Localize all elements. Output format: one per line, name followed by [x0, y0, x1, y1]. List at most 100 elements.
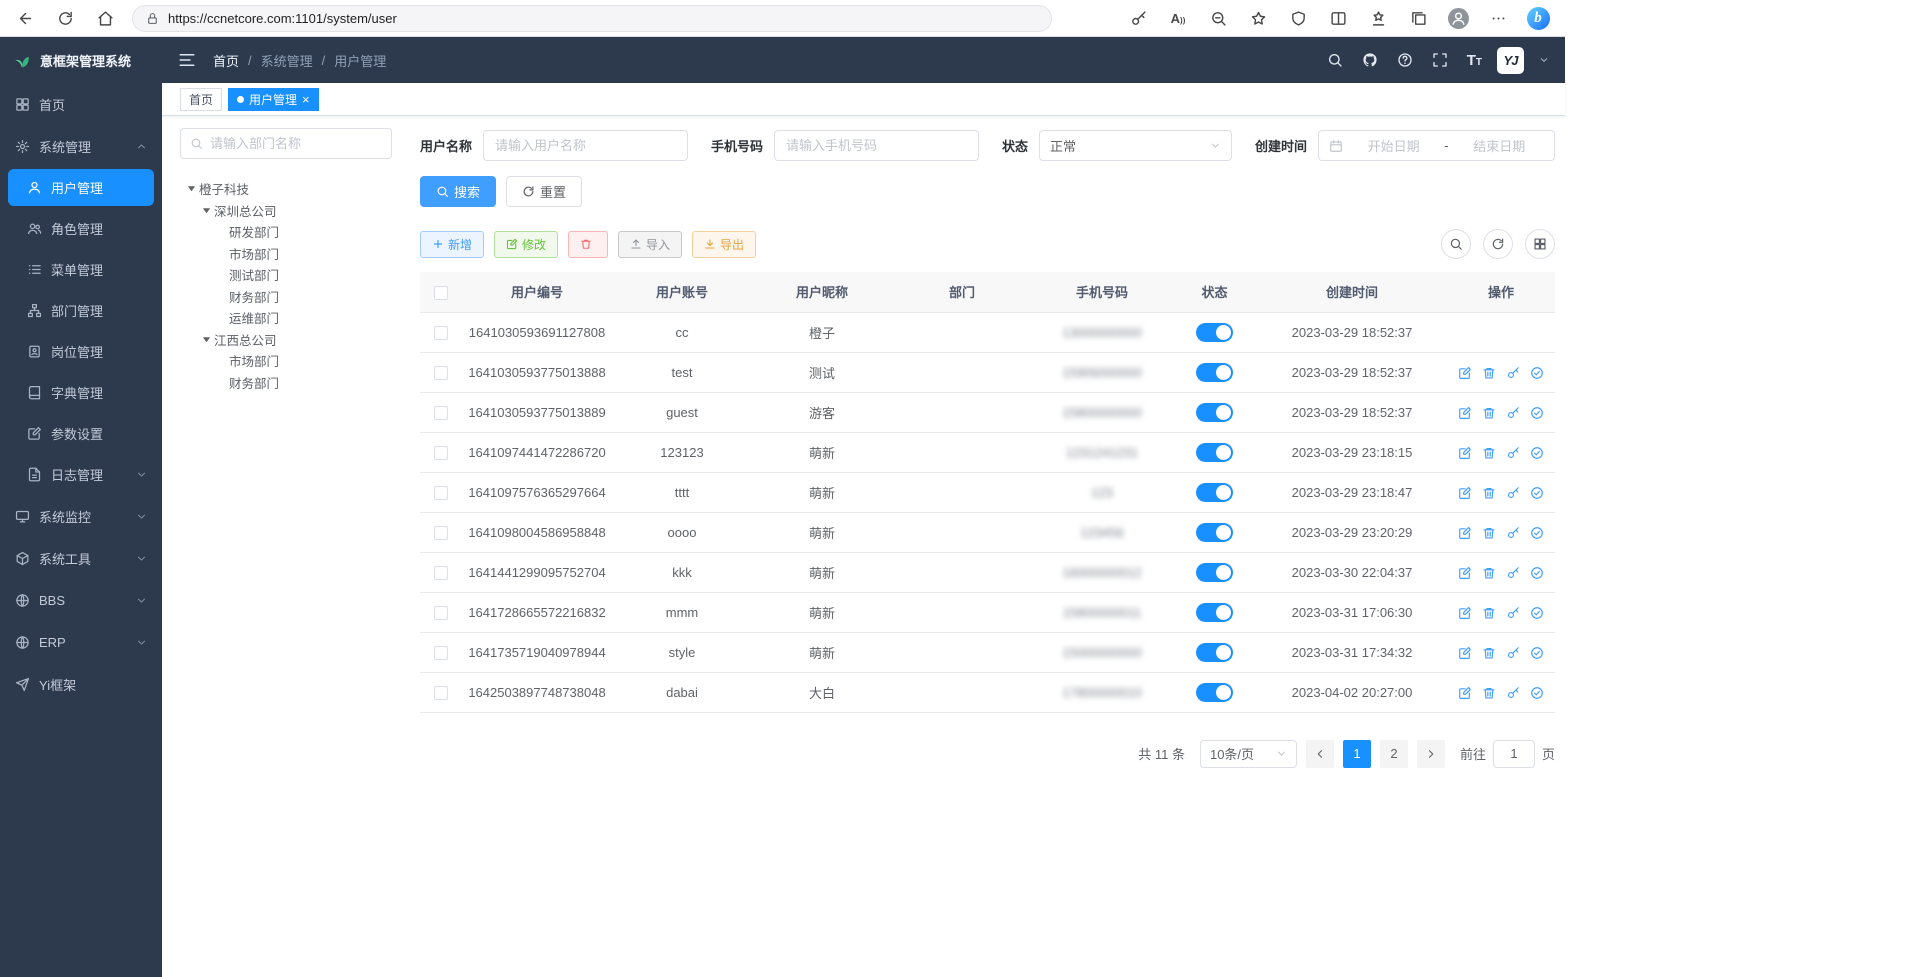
assign-role-icon[interactable] [1530, 406, 1544, 420]
tree-node[interactable]: 橙子科技 [180, 178, 392, 200]
sidebar-item-user-management[interactable]: 用户管理 [8, 169, 154, 206]
row-checkbox[interactable] [434, 526, 448, 540]
caret-down-icon[interactable] [199, 206, 214, 215]
refresh-table-button[interactable] [1483, 229, 1513, 259]
assign-role-icon[interactable] [1530, 366, 1544, 380]
status-toggle[interactable] [1196, 563, 1233, 582]
edit-icon[interactable] [1458, 406, 1472, 420]
delete-icon[interactable] [1482, 686, 1496, 700]
tree-node[interactable]: 市场部门 [180, 350, 392, 372]
status-select[interactable]: 正常 [1039, 130, 1232, 161]
extensions-icon[interactable] [1279, 3, 1317, 33]
status-toggle[interactable] [1196, 483, 1233, 502]
sidebar-item-erp[interactable]: ERP [0, 621, 162, 663]
username-input[interactable] [483, 130, 688, 161]
reset-password-icon[interactable] [1506, 566, 1520, 580]
row-checkbox[interactable] [434, 366, 448, 380]
status-toggle[interactable] [1196, 603, 1233, 622]
page-button-2[interactable]: 2 [1380, 740, 1408, 768]
search-icon[interactable] [1327, 52, 1343, 68]
more-icon[interactable] [1479, 3, 1517, 33]
status-toggle[interactable] [1196, 523, 1233, 542]
reset-password-icon[interactable] [1506, 646, 1520, 660]
fullscreen-icon[interactable] [1432, 52, 1448, 68]
select-all-checkbox[interactable] [434, 286, 448, 300]
zoom-icon[interactable] [1199, 3, 1237, 33]
export-button[interactable]: 导出 [692, 231, 756, 258]
split-screen-icon[interactable] [1319, 3, 1357, 33]
page-size-select[interactable]: 10条/页 [1200, 740, 1297, 768]
browser-refresh-button[interactable] [48, 3, 82, 33]
row-checkbox[interactable] [434, 446, 448, 460]
delete-icon[interactable] [1482, 406, 1496, 420]
edit-button[interactable]: 修改 [494, 231, 558, 258]
sidebar-toggle-icon[interactable] [178, 51, 196, 69]
assign-role-icon[interactable] [1530, 646, 1544, 660]
row-checkbox[interactable] [434, 486, 448, 500]
toggle-search-button[interactable] [1441, 229, 1471, 259]
assign-role-icon[interactable] [1530, 446, 1544, 460]
edit-icon[interactable] [1458, 526, 1472, 540]
profile-icon[interactable] [1439, 3, 1477, 33]
sidebar-item-role-management[interactable]: 角色管理 [0, 208, 162, 249]
date-range-picker[interactable]: 开始日期 - 结束日期 [1318, 130, 1555, 161]
delete-icon[interactable] [1482, 566, 1496, 580]
tree-node[interactable]: 江西总公司 [180, 329, 392, 351]
assign-role-icon[interactable] [1530, 526, 1544, 540]
row-checkbox[interactable] [434, 566, 448, 580]
reset-password-icon[interactable] [1506, 366, 1520, 380]
sidebar-item-system-management[interactable]: 系统管理 [0, 125, 162, 167]
tab-user-management[interactable]: 用户管理 × [228, 88, 319, 111]
row-checkbox[interactable] [434, 686, 448, 700]
department-search-input[interactable] [210, 136, 382, 151]
row-checkbox[interactable] [434, 326, 448, 340]
tab-home[interactable]: 首页 [180, 88, 222, 111]
favorites-icon[interactable] [1239, 3, 1277, 33]
assign-role-icon[interactable] [1530, 486, 1544, 500]
tree-node[interactable]: 研发部门 [180, 221, 392, 243]
reset-password-icon[interactable] [1506, 406, 1520, 420]
delete-icon[interactable] [1482, 606, 1496, 620]
read-aloud-icon[interactable]: A)) [1159, 3, 1197, 33]
edit-icon[interactable] [1458, 686, 1472, 700]
delete-icon[interactable] [1482, 366, 1496, 380]
prev-page-button[interactable] [1306, 740, 1334, 768]
reset-button[interactable]: 重置 [506, 176, 582, 207]
next-page-button[interactable] [1417, 740, 1445, 768]
favorites-bar-icon[interactable] [1359, 3, 1397, 33]
phone-input[interactable] [774, 130, 979, 161]
sidebar-item-param-settings[interactable]: 参数设置 [0, 413, 162, 454]
bing-icon[interactable]: b [1519, 3, 1557, 33]
goto-page-input[interactable] [1493, 740, 1535, 768]
collections-icon[interactable] [1399, 3, 1437, 33]
import-button[interactable]: 导入 [618, 231, 682, 258]
row-checkbox[interactable] [434, 646, 448, 660]
address-bar[interactable]: https://ccnetcore.com:1101/system/user [132, 5, 1052, 32]
sidebar-item-log-management[interactable]: 日志管理 [0, 454, 162, 495]
edit-icon[interactable] [1458, 606, 1472, 620]
assign-role-icon[interactable] [1530, 606, 1544, 620]
font-size-icon[interactable]: TT [1467, 52, 1482, 69]
row-checkbox[interactable] [434, 606, 448, 620]
status-toggle[interactable] [1196, 403, 1233, 422]
delete-icon[interactable] [1482, 446, 1496, 460]
status-toggle[interactable] [1196, 323, 1233, 342]
column-settings-button[interactable] [1525, 229, 1555, 259]
sidebar-item-dict-management[interactable]: 字典管理 [0, 372, 162, 413]
delete-icon[interactable] [1482, 526, 1496, 540]
status-toggle[interactable] [1196, 643, 1233, 662]
reset-password-icon[interactable] [1506, 526, 1520, 540]
page-button-1[interactable]: 1 [1343, 740, 1371, 768]
edit-icon[interactable] [1458, 366, 1472, 380]
key-icon[interactable] [1119, 3, 1157, 33]
browser-back-button[interactable] [8, 3, 42, 33]
delete-button[interactable] [568, 231, 608, 258]
tree-node[interactable]: 市场部门 [180, 243, 392, 265]
status-toggle[interactable] [1196, 443, 1233, 462]
status-toggle[interactable] [1196, 363, 1233, 382]
tab-close-icon[interactable]: × [302, 93, 310, 106]
sidebar-item-bbs[interactable]: BBS [0, 579, 162, 621]
browser-home-button[interactable] [88, 3, 122, 33]
edit-icon[interactable] [1458, 646, 1472, 660]
delete-icon[interactable] [1482, 646, 1496, 660]
